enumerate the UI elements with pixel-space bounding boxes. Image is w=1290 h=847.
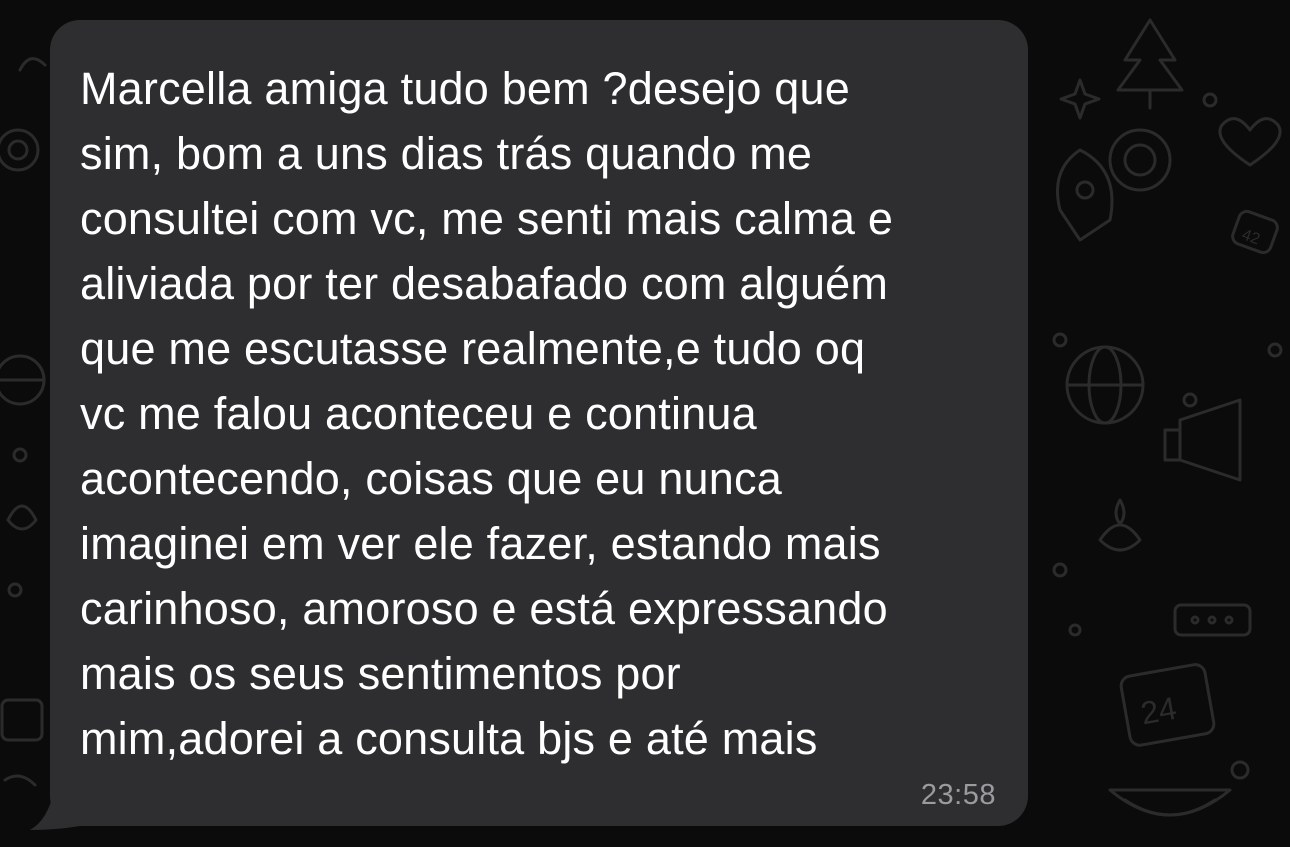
message-timestamp: 23:58 [920,779,996,811]
message-line: sim, bom a uns dias trás quando me [80,128,813,179]
message-line: carinhoso, amoroso e está expressando [80,583,888,634]
message-text: Marcella amiga tudo bem ?desejo que sim,… [80,56,998,771]
message-line: Marcella amiga tudo bem ?desejo que [80,63,850,114]
message-line: aliviada por ter desabafado com alguém [80,258,889,309]
message-bubble[interactable]: Marcella amiga tudo bem ?desejo que sim,… [50,20,1028,826]
calendar-label: 24 [1138,690,1179,732]
message-line: que me escutasse realmente,e tudo oq [80,323,866,374]
message-line: mim,adorei a consulta bjs e até mais [80,713,818,764]
message-line: imaginei em ver ele fazer, estando mais [80,518,881,569]
message-line: vc me falou aconteceu e continua [80,388,757,439]
message-line: consultei com vc, me senti mais calma e [80,193,894,244]
message-line: acontecendo, coisas que eu nunca [80,453,782,504]
message-line: mais os seus sentimentos por [80,648,681,699]
bubble-tail [30,790,80,830]
